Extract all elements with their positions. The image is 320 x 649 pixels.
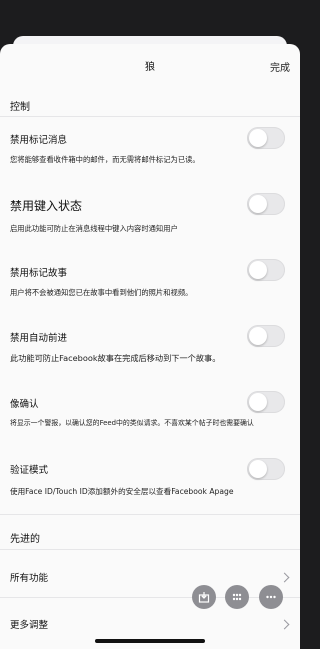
- chevron-right-icon: [279, 572, 290, 583]
- setting-label-like-confirm: 像确认: [10, 399, 39, 410]
- link-all-features[interactable]: 所有功能: [0, 562, 300, 592]
- home-indicator[interactable]: [95, 639, 205, 643]
- link-label: 所有功能: [10, 573, 49, 584]
- nav-bar: 狼 完成: [0, 44, 300, 88]
- toggle-knob: [249, 460, 267, 478]
- grid-button[interactable]: [225, 585, 249, 609]
- setting-desc-disable-auto-advance: 此功能可防止Facebook故事在完成后移动到下一个故事。: [10, 353, 221, 363]
- divider: [0, 549, 300, 550]
- toggle-knob: [249, 393, 267, 411]
- toggle-disable-mark-stories[interactable]: [247, 259, 285, 281]
- toggle-disable-mark-messages[interactable]: [247, 127, 285, 149]
- screen: 狼 完成 控制 禁用标记消息 您将能够查看收件箱中的邮件，而无需将邮件标记为已读…: [0, 0, 300, 649]
- toggle-knob: [249, 195, 267, 213]
- more-icon: [266, 595, 276, 599]
- section-header-control: 控制: [10, 102, 30, 113]
- divider: [0, 514, 300, 515]
- setting-label-verify-mode: 验证模式: [10, 465, 49, 476]
- toggle-disable-typing-status[interactable]: [247, 193, 285, 215]
- toggle-disable-auto-advance[interactable]: [247, 325, 285, 347]
- setting-label-disable-auto-advance: 禁用自动前进: [10, 333, 68, 344]
- more-button[interactable]: [259, 585, 283, 609]
- setting-desc-disable-mark-messages: 您将能够查看收件箱中的邮件，而无需将邮件标记为已读。: [10, 155, 200, 164]
- toggle-knob: [249, 327, 267, 345]
- download-icon: [198, 592, 210, 603]
- section-header-advanced: 先进的: [10, 534, 40, 545]
- toggle-like-confirm[interactable]: [247, 391, 285, 413]
- divider: [0, 597, 300, 598]
- settings-sheet: 狼 完成 控制 禁用标记消息 您将能够查看收件箱中的邮件，而无需将邮件标记为已读…: [0, 44, 300, 649]
- download-button[interactable]: [192, 585, 216, 609]
- setting-desc-verify-mode: 使用Face ID/Touch ID添加额外的安全层以查看Facebook Ap…: [10, 487, 234, 496]
- grid-icon: [232, 593, 242, 601]
- done-button[interactable]: 完成: [270, 59, 290, 74]
- setting-label-disable-mark-stories: 禁用标记故事: [10, 268, 68, 279]
- setting-label-disable-mark-messages: 禁用标记消息: [10, 135, 68, 146]
- page-title: 狼: [145, 62, 155, 73]
- link-label: 更多调整: [10, 620, 49, 631]
- divider: [0, 116, 300, 117]
- setting-desc-disable-mark-stories: 用户将不会被通知您已在故事中看到他们的照片和视频。: [10, 288, 193, 297]
- chevron-right-icon: [279, 619, 290, 630]
- toggle-verify-mode[interactable]: [247, 458, 285, 480]
- setting-label-disable-typing-status: 禁用键入状态: [10, 199, 83, 213]
- toggle-knob: [249, 129, 267, 147]
- setting-desc-disable-typing-status: 启用此功能可防止在消息线程中键入内容时通知用户: [10, 224, 178, 233]
- setting-desc-like-confirm: 将显示一个警报，以确认您的Feed中的类似请求。不喜欢某个帖子时也需要确认: [10, 419, 254, 427]
- toggle-knob: [249, 261, 267, 279]
- link-more-tweaks[interactable]: 更多调整: [0, 609, 300, 639]
